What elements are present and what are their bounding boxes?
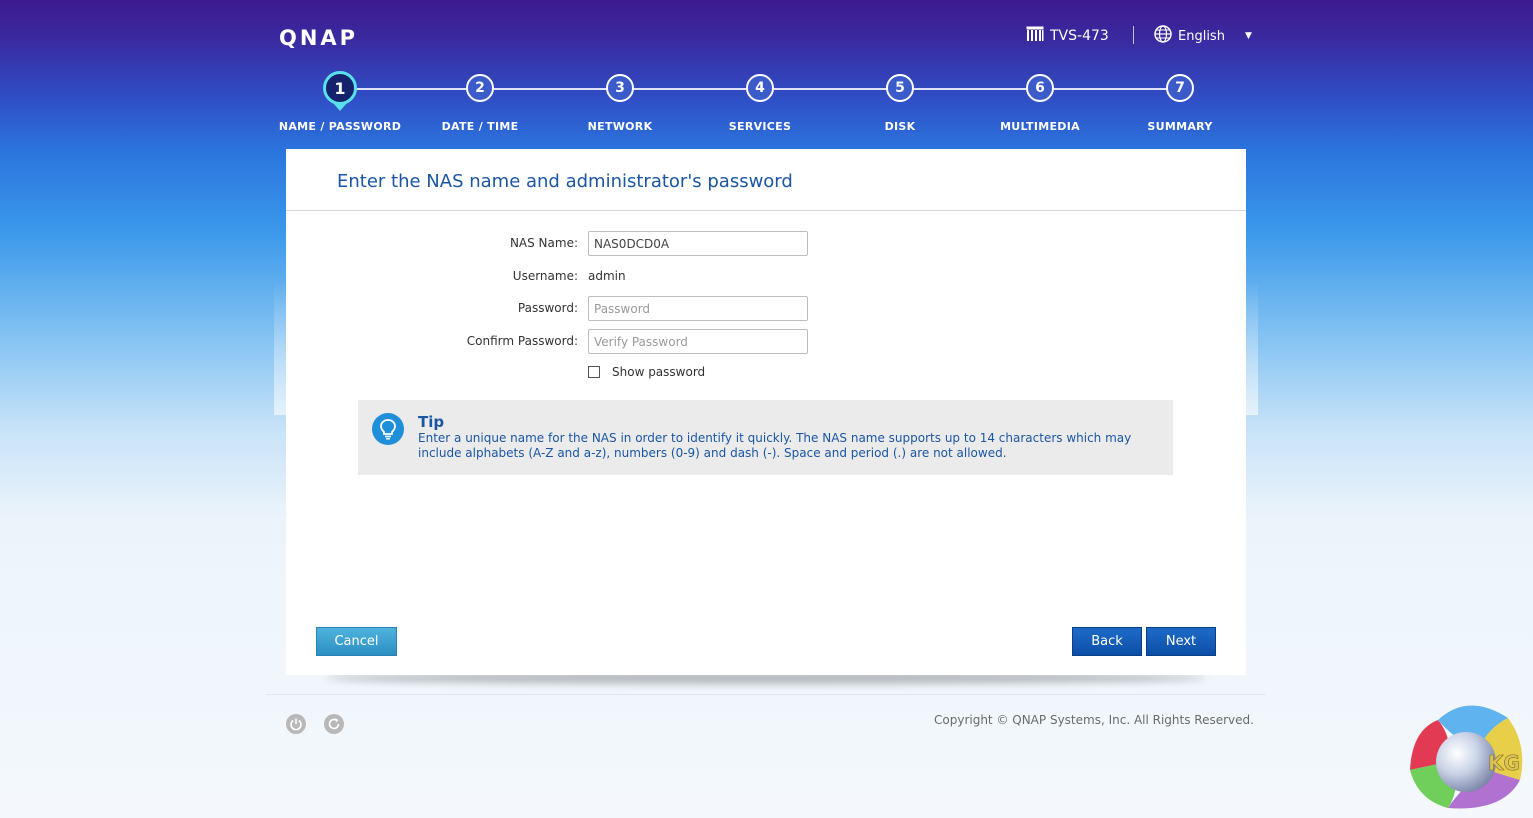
step-number-circle: 4: [746, 74, 774, 102]
active-step-pointer: [333, 103, 347, 111]
page-title: Enter the NAS name and administrator's p…: [337, 171, 793, 192]
globe-icon: [1154, 25, 1172, 47]
wizard-step-3: 3 NETWORK: [550, 74, 690, 133]
panel-glow-left: [274, 280, 286, 415]
lightbulb-icon: [372, 413, 404, 445]
tip-text: Enter a unique name for the NAS in order…: [418, 431, 1132, 460]
nas-name-label: NAS Name:: [509, 236, 578, 250]
power-icon[interactable]: [286, 714, 306, 734]
confirm-password-row: Confirm Password:: [286, 329, 1246, 354]
password-input[interactable]: [588, 296, 808, 321]
restart-icon[interactable]: [324, 714, 344, 734]
nas-name-input[interactable]: [588, 231, 808, 256]
wizard-panel: Enter the NAS name and administrator's p…: [286, 149, 1246, 675]
username-label: Username:: [512, 269, 578, 283]
tip-title: Tip: [418, 413, 445, 431]
wizard-step-1: 1 NAME / PASSWORD: [270, 71, 410, 133]
username-value: admin: [588, 269, 626, 283]
confirm-password-input[interactable]: [588, 329, 808, 354]
step-number-circle: 7: [1166, 74, 1194, 102]
header-separator: [1133, 26, 1134, 44]
step-label: DATE / TIME: [441, 120, 519, 133]
next-button[interactable]: Next: [1146, 627, 1216, 656]
step-number-circle: 3: [606, 74, 634, 102]
nas-name-row: NAS Name:: [286, 231, 1246, 256]
chevron-down-icon: ▼: [1244, 31, 1252, 41]
kg-watermark-logo: KG: [1410, 705, 1523, 809]
step-label: NAME / PASSWORD: [278, 120, 402, 133]
copyright: Copyright © QNAP Systems, Inc. All Right…: [934, 713, 1254, 727]
step-label: NETWORK: [587, 120, 653, 133]
wizard-step-7: 7 SUMMARY: [1110, 74, 1250, 133]
tip-box: Tip Enter a unique name for the NAS in o…: [358, 400, 1173, 475]
footer-divider: [266, 694, 1266, 695]
cancel-button[interactable]: Cancel: [316, 627, 397, 656]
step-label: SUMMARY: [1147, 120, 1213, 133]
password-label: Password:: [517, 301, 578, 315]
step-label: DISK: [884, 120, 916, 133]
username-row: Username: admin: [286, 264, 1246, 288]
show-password-toggle[interactable]: Show password: [588, 365, 705, 379]
panel-glow-right: [1246, 280, 1258, 415]
wizard-step-5: 5 DISK: [830, 74, 970, 133]
step-number-circle: 6: [1026, 74, 1054, 102]
device-name: TVS-473: [1050, 28, 1109, 44]
show-password-label: Show password: [612, 365, 706, 379]
language-label: English: [1178, 28, 1225, 44]
kg-watermark-text: KG: [1488, 751, 1520, 775]
step-number-circle: 2: [466, 74, 494, 102]
show-password-checkbox[interactable]: [588, 366, 600, 378]
title-divider: [286, 210, 1246, 211]
password-row: Password:: [286, 296, 1246, 321]
step-label: MULTIMEDIA: [1000, 120, 1080, 133]
qnap-logo: QNAP: [279, 26, 359, 50]
step-number-circle: 5: [886, 74, 914, 102]
step-number-circle: 1: [323, 71, 357, 105]
nas-device-icon: [1026, 26, 1044, 46]
wizard-step-2: 2 DATE / TIME: [410, 74, 550, 133]
wizard-step-6: 6 MULTIMEDIA: [970, 74, 1110, 133]
wizard-step-4: 4 SERVICES: [690, 74, 830, 133]
language-selector[interactable]: English ▼: [1154, 25, 1252, 47]
back-button[interactable]: Back: [1072, 627, 1142, 656]
confirm-password-label: Confirm Password:: [466, 334, 578, 348]
device-info: TVS-473: [1026, 26, 1109, 46]
step-label: SERVICES: [728, 120, 792, 133]
